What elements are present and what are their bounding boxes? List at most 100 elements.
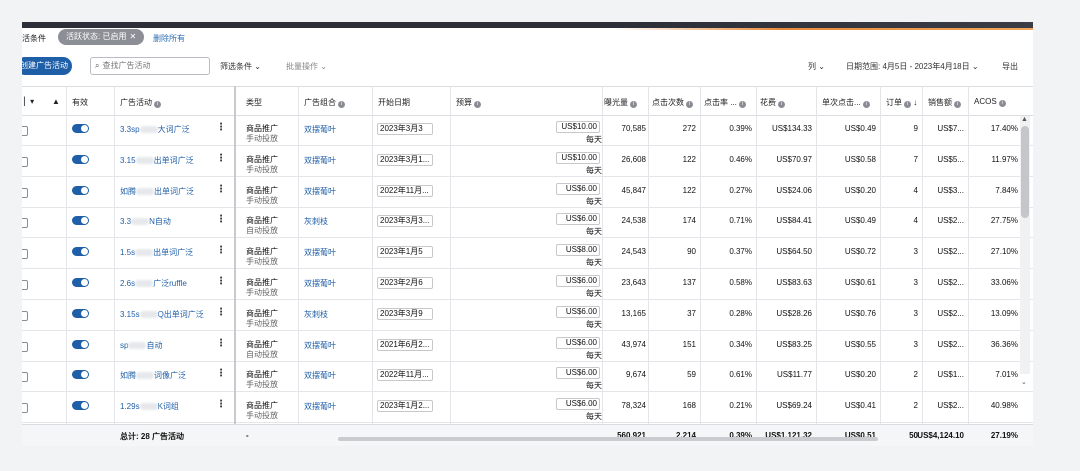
header-impressions[interactable]: 曝光量 i	[604, 97, 637, 108]
budget-field[interactable]: US$10.00	[556, 151, 600, 164]
table-row[interactable]: 1.29s K词组 ⋮ 商品推广 手动投放 双摆葡叶 2023年1月2... US$6.00 每…	[22, 393, 1033, 424]
enabled-toggle[interactable]	[72, 339, 89, 349]
header-spend[interactable]: 花费 i	[760, 97, 785, 108]
close-icon[interactable]: ✕	[129, 32, 136, 41]
row-checkbox[interactable]	[22, 403, 28, 414]
export-button[interactable]: 导出	[1002, 61, 1018, 72]
start-date-field[interactable]: 2022年11月...	[377, 369, 433, 382]
start-date-field[interactable]: 2022年11月...	[377, 184, 433, 197]
more-options-icon[interactable]: ⋮	[216, 369, 226, 379]
portfolio-link[interactable]: 灰刺枝	[304, 216, 328, 227]
date-range-picker[interactable]: 日期范围: 4月5日 - 2023年4月18日 ⌄	[846, 61, 979, 72]
row-checkbox[interactable]	[22, 249, 28, 260]
select-all-checkbox[interactable]: ▏▾	[24, 97, 34, 106]
campaign-name-link[interactable]: 3.15 出单词广泛	[120, 155, 194, 166]
enabled-toggle[interactable]	[72, 154, 89, 164]
header-ctr[interactable]: 点击率 ... i	[704, 97, 746, 108]
campaign-name-link[interactable]: 如腾 出单词广泛	[120, 186, 194, 197]
campaign-name-link[interactable]: 3.3 N自动	[120, 216, 171, 227]
more-options-icon[interactable]: ⋮	[216, 307, 226, 318]
enabled-toggle[interactable]	[72, 278, 89, 287]
more-options-icon[interactable]: ⋮	[216, 400, 226, 410]
header-enabled[interactable]: 有效	[72, 97, 88, 108]
portfolio-link[interactable]: 双摆葡叶	[304, 247, 336, 258]
row-checkbox[interactable]	[22, 126, 28, 136]
scroll-down-icon[interactable]: ⌄	[1021, 378, 1027, 386]
header-start-date[interactable]: 开始日期	[378, 97, 410, 108]
table-row[interactable]: 3.15 出单词广泛 ⋮ 商品推广 手动投放 双摆葡叶 2023年3月1... US$10.0…	[22, 147, 1033, 177]
clear-all-filters-link[interactable]: 删除所有	[153, 33, 185, 44]
campaign-name-link[interactable]: sp 自动	[120, 340, 162, 351]
budget-field[interactable]: US$6.00	[556, 275, 600, 287]
budget-field[interactable]: US$6.00	[556, 182, 600, 195]
row-checkbox[interactable]	[22, 156, 28, 167]
start-date-field[interactable]: 2023年1月5日	[377, 246, 433, 259]
header-budget[interactable]: 预算 i	[456, 97, 481, 108]
start-date-field[interactable]: 2023年2月6日	[377, 277, 433, 289]
budget-field[interactable]: US$6.00	[556, 213, 600, 226]
enabled-toggle[interactable]	[72, 185, 89, 195]
table-row[interactable]: 3.3sp大词广泛⋮商品推广手动投放双摆葡叶2023年3月3日US$10.00每…	[22, 116, 1033, 146]
enabled-toggle[interactable]	[72, 401, 89, 411]
enabled-toggle[interactable]	[72, 124, 89, 133]
header-campaign[interactable]: 广告活动 i	[120, 97, 161, 108]
vertical-scrollbar-thumb[interactable]	[1021, 126, 1029, 218]
start-date-field[interactable]: 2023年3月3日	[377, 123, 433, 135]
header-clicks[interactable]: 点击次数 i	[652, 97, 693, 108]
table-row[interactable]: sp 自动 ⋮ 商品推广 自动投放 双摆葡叶 2021年6月2... US$6.00 每天 43,…	[22, 332, 1033, 362]
portfolio-link[interactable]: 双摆葡叶	[304, 124, 336, 135]
enabled-toggle[interactable]	[72, 247, 89, 257]
start-date-field[interactable]: 2023年3月3...	[377, 215, 433, 228]
start-date-field[interactable]: 2023年3月1...	[377, 153, 433, 166]
row-checkbox[interactable]	[22, 280, 28, 290]
more-options-icon[interactable]: ⋮	[216, 184, 226, 195]
header-acos[interactable]: ACOS i	[974, 97, 1006, 107]
more-options-icon[interactable]: ⋮	[216, 153, 226, 164]
campaign-name-link[interactable]: 1.5s 出单词广泛	[120, 247, 193, 258]
budget-field[interactable]: US$10.00	[556, 121, 600, 133]
campaign-name-link[interactable]: 1.29s K词组	[120, 401, 179, 412]
budget-field[interactable]: US$6.00	[556, 336, 600, 349]
table-row[interactable]: 3.15sQ出单词广泛⋮商品推广手动投放灰刺枝2023年3月9日US$6.00每…	[22, 301, 1033, 331]
bulk-actions-dropdown[interactable]: 批量操作 ⌄	[286, 61, 327, 72]
row-checkbox[interactable]	[22, 218, 28, 229]
row-checkbox[interactable]	[22, 310, 28, 321]
header-cpc[interactable]: 单次点击... i	[822, 97, 870, 108]
scroll-up-icon[interactable]: ▲	[1021, 116, 1028, 123]
header-portfolio[interactable]: 广告组合 i	[304, 97, 345, 108]
more-options-icon[interactable]: ⋮	[216, 123, 226, 133]
row-checkbox[interactable]	[22, 341, 28, 352]
more-options-icon[interactable]: ⋮	[216, 246, 226, 256]
more-options-icon[interactable]: ⋮	[216, 338, 226, 349]
horizontal-scrollbar-thumb[interactable]	[338, 437, 878, 441]
enabled-toggle[interactable]	[72, 370, 89, 380]
header-type[interactable]: 类型	[246, 97, 262, 108]
portfolio-link[interactable]: 双摆葡叶	[304, 155, 336, 166]
table-row[interactable]: 2.6s广泛ruffle⋮商品推广手动投放双摆葡叶2023年2月6日US$6.0…	[22, 270, 1033, 300]
table-row[interactable]: 3.3 N自动 ⋮ 商品推广 自动投放 灰刺枝 2023年3月3... US$6.00 每天 24…	[22, 208, 1033, 239]
budget-field[interactable]: US$6.00	[556, 398, 600, 411]
campaign-name-link[interactable]: 2.6s 广泛ruffle	[120, 278, 187, 289]
more-options-icon[interactable]: ⋮	[216, 277, 226, 287]
campaign-name-link[interactable]: 3.3sp 大词广泛	[120, 124, 190, 135]
portfolio-link[interactable]: 双摆葡叶	[304, 370, 336, 381]
columns-dropdown[interactable]: 列 ⌄	[808, 61, 825, 72]
header-sales[interactable]: 销售额 i	[928, 97, 961, 108]
portfolio-link[interactable]: 双摆葡叶	[304, 340, 336, 351]
horizontal-scrollbar[interactable]	[238, 436, 998, 442]
budget-field[interactable]: US$6.00	[556, 367, 600, 380]
filter-dropdown[interactable]: 筛选条件 ⌄	[220, 61, 261, 72]
campaign-name-link[interactable]: 如腾 词像广泛	[120, 370, 186, 381]
table-row[interactable]: 1.5s出单词广泛⋮商品推广手动投放双摆葡叶2023年1月5日US$8.00每天…	[22, 239, 1033, 270]
portfolio-link[interactable]: 双摆葡叶	[304, 401, 336, 412]
budget-field[interactable]: US$8.00	[556, 244, 600, 257]
row-checkbox[interactable]	[22, 372, 28, 383]
budget-field[interactable]: US$6.00	[556, 305, 600, 318]
header-orders[interactable]: 订单 i ↓	[886, 97, 917, 108]
portfolio-link[interactable]: 灰刺枝	[304, 309, 328, 320]
more-options-icon[interactable]: ⋮	[216, 215, 226, 225]
enabled-toggle[interactable]	[72, 308, 89, 318]
filter-chip-active-status[interactable]: 活跃状态: 已启用 ✕	[58, 29, 145, 45]
search-input[interactable]: ⌕ 查找广告活动	[90, 57, 210, 75]
portfolio-link[interactable]: 双摆葡叶	[304, 186, 336, 197]
